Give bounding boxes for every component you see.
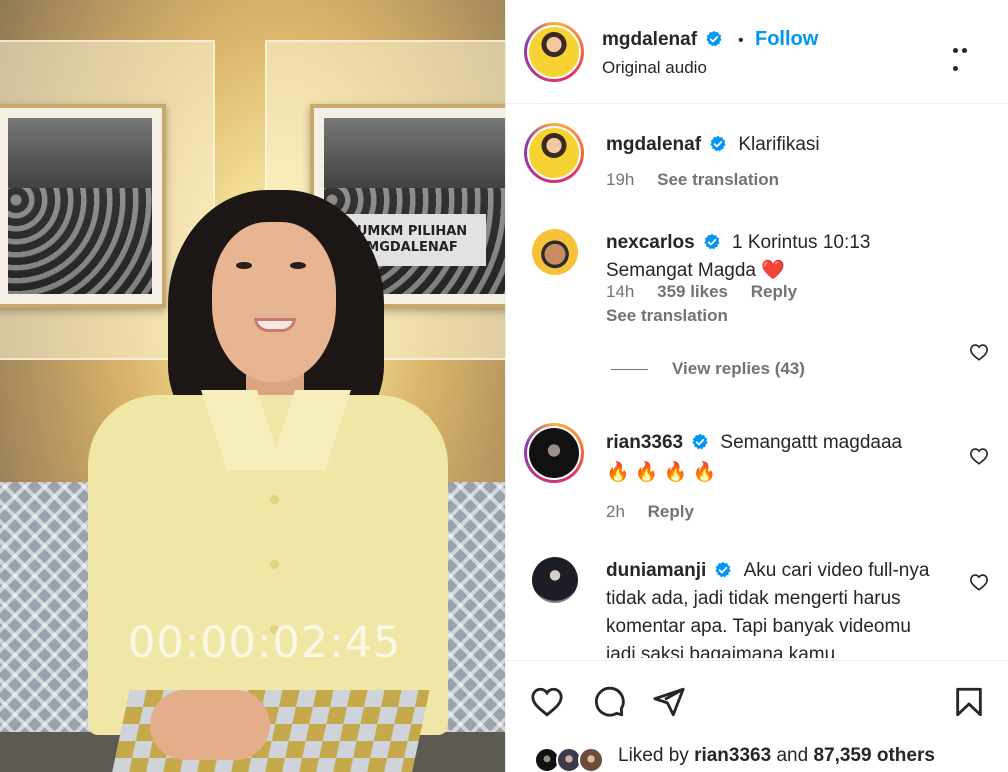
follow-button[interactable]: Follow xyxy=(755,28,818,50)
header-title-row: mgdalenaf • Follow xyxy=(602,28,818,51)
liked-by-and: and xyxy=(776,745,809,766)
comment-body: rian3363 Semangattt magdaaa 🔥 🔥 🔥 🔥 xyxy=(606,429,936,487)
comment-icon[interactable] xyxy=(592,685,626,719)
share-icon[interactable] xyxy=(652,685,686,719)
verified-badge-icon xyxy=(710,135,726,152)
comment-time[interactable]: 2h xyxy=(606,502,625,521)
red-heart-emoji: ❤️ xyxy=(761,260,785,281)
commenter-avatar[interactable] xyxy=(524,423,584,483)
caption-body: mgdalenaf Klarifikasi xyxy=(606,131,936,159)
comment-reply-button[interactable]: Reply xyxy=(751,282,797,301)
like-comment-heart-icon[interactable] xyxy=(969,343,989,361)
comment-body: duniamanji Aku cari video full-nya tidak… xyxy=(606,557,936,658)
like-comment-heart-icon[interactable] xyxy=(969,447,989,465)
more-options-icon[interactable] xyxy=(953,40,979,71)
verified-badge-icon xyxy=(704,233,720,250)
comment-see-translation[interactable]: See translation xyxy=(606,306,728,325)
shirt-button xyxy=(270,495,279,504)
verified-badge-icon xyxy=(692,433,708,450)
person-face xyxy=(212,222,336,382)
post-actions: Liked by rian3363 and 87,359 others xyxy=(506,660,1008,772)
comment-text: Semangattt magdaaa xyxy=(720,432,903,453)
caption-meta: 19h See translation xyxy=(606,170,779,190)
view-replies-button[interactable]: View replies (43) xyxy=(611,359,805,379)
comment-body: nexcarlos 1 Korintus 10:13 Semangat Magd… xyxy=(606,229,936,285)
shirt-button xyxy=(270,560,279,569)
verified-badge-icon xyxy=(706,30,723,47)
liked-by-count[interactable]: 87,359 others xyxy=(813,745,934,766)
post-sidebar: mgdalenaf • Follow Original audio mgdale… xyxy=(505,0,1008,772)
person-hands xyxy=(150,690,270,760)
liked-by-summary: Liked by rian3363 and 87,359 others xyxy=(618,745,935,767)
caption-username[interactable]: mgdalenaf xyxy=(606,134,701,155)
audio-label[interactable]: Original audio xyxy=(602,58,707,78)
photo-frame-left xyxy=(0,104,166,308)
comment-meta: 2h Reply xyxy=(606,502,694,522)
comment-likes[interactable]: 359 likes xyxy=(657,282,728,301)
person-eye-left xyxy=(236,262,252,269)
caption-text: Klarifikasi xyxy=(738,134,820,155)
reel-video[interactable]: UMKM PILIHAN MGDALENAF 00:00:02:45 xyxy=(0,0,505,772)
video-timecode: 00:00:02:45 xyxy=(128,618,402,668)
liked-by-avatar[interactable] xyxy=(578,747,604,772)
author-avatar[interactable] xyxy=(524,22,584,82)
commenter-avatar[interactable] xyxy=(532,557,578,603)
header-separator: • xyxy=(737,32,744,49)
liked-by-prefix: Liked by xyxy=(618,745,689,766)
author-username[interactable]: mgdalenaf xyxy=(602,29,697,50)
comment-username[interactable]: nexcarlos xyxy=(606,232,695,253)
replies-divider-line xyxy=(611,369,648,371)
comment-see-translation-row: See translation xyxy=(606,306,728,326)
save-icon[interactable] xyxy=(952,685,986,719)
liked-by-user[interactable]: rian3363 xyxy=(694,745,771,766)
like-icon[interactable] xyxy=(530,685,564,719)
person-eye-right xyxy=(290,262,306,269)
caption-see-translation[interactable]: See translation xyxy=(657,170,779,189)
post-header: mgdalenaf • Follow Original audio xyxy=(506,0,1008,104)
commenter-avatar[interactable] xyxy=(532,229,578,275)
comments-list[interactable]: mgdalenaf Klarifikasi 19h See translatio… xyxy=(506,105,1008,658)
comment-username[interactable]: duniamanji xyxy=(606,560,706,581)
comment-reply-button[interactable]: Reply xyxy=(648,502,694,521)
fire-emoji-row: 🔥 🔥 🔥 🔥 xyxy=(606,462,717,483)
verified-badge-icon xyxy=(715,561,731,578)
comment-username[interactable]: rian3363 xyxy=(606,432,683,453)
caption-avatar[interactable] xyxy=(524,123,584,183)
comment-time[interactable]: 14h xyxy=(606,282,634,301)
view-replies-label: View replies (43) xyxy=(672,359,805,378)
like-comment-heart-icon[interactable] xyxy=(969,573,989,591)
caption-time[interactable]: 19h xyxy=(606,170,634,189)
comment-meta: 14h 359 likes Reply xyxy=(606,282,797,302)
